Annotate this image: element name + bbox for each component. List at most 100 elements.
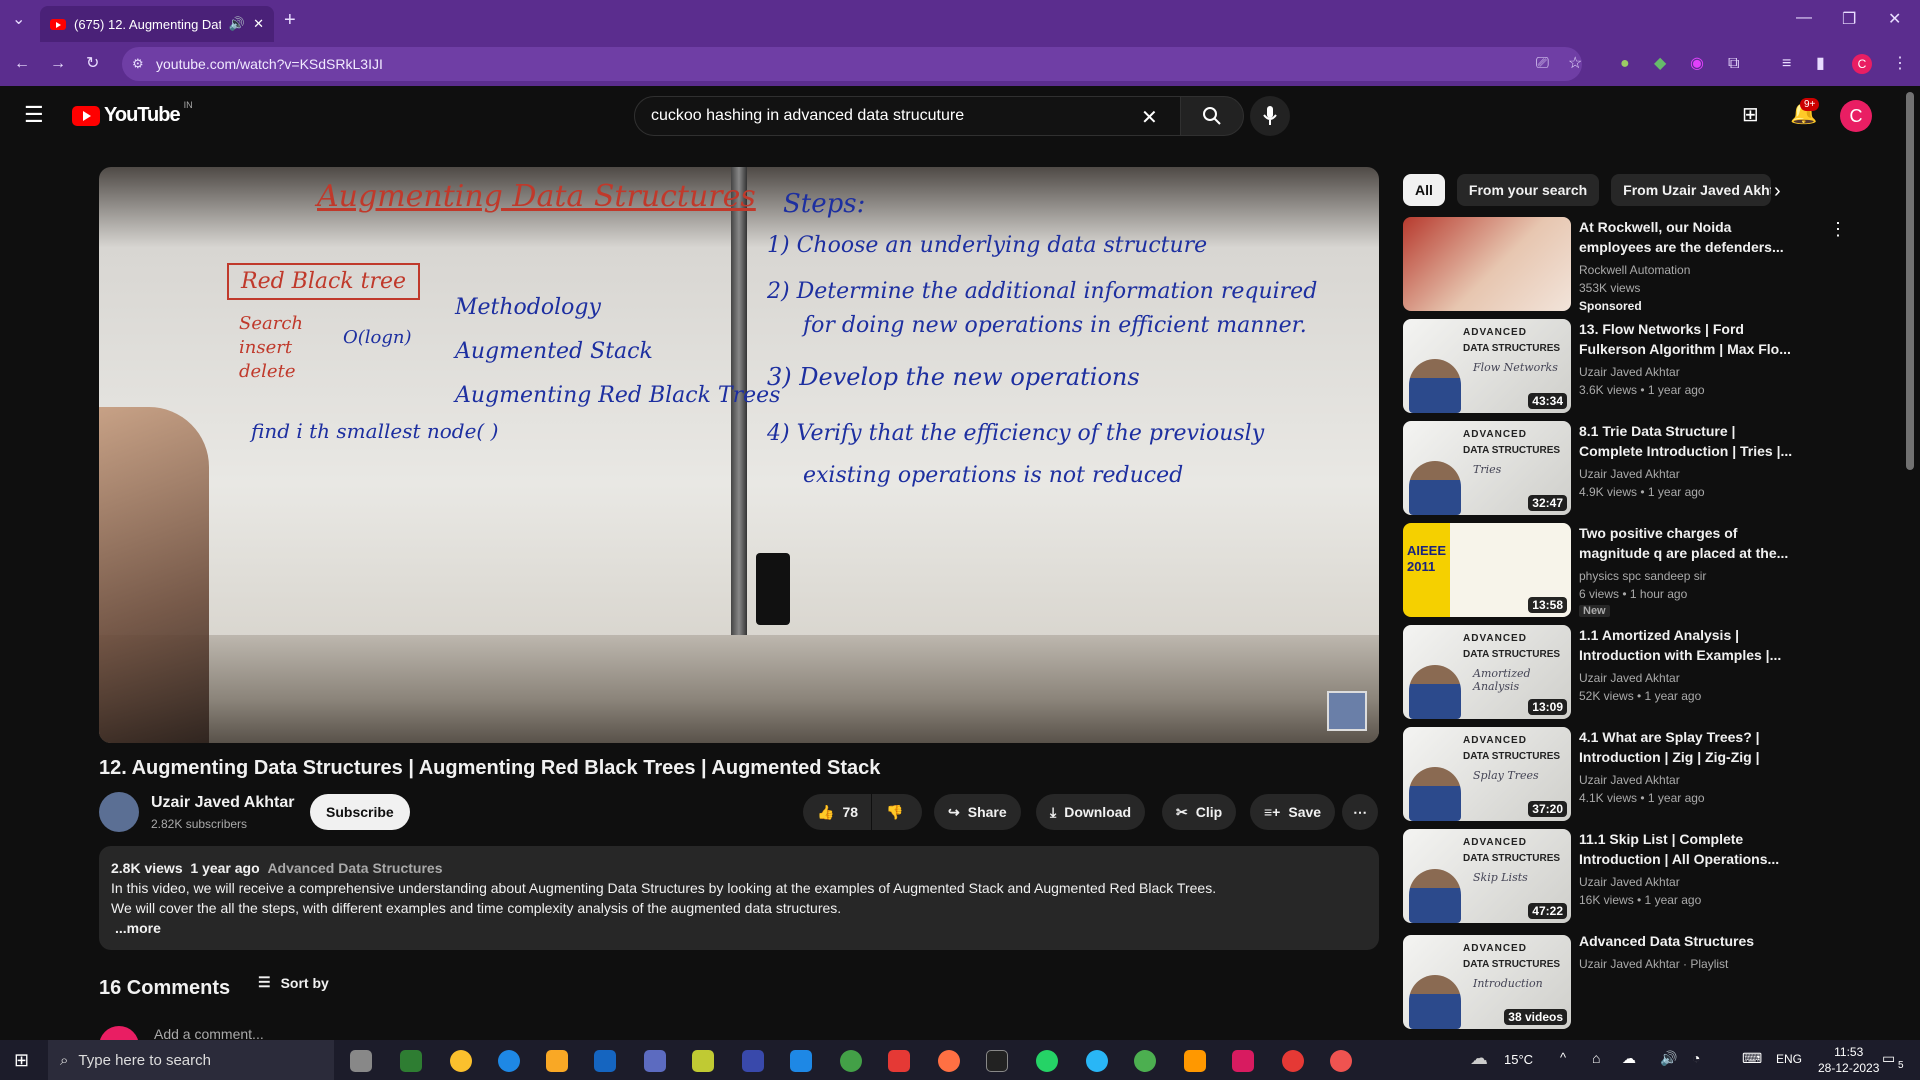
side-panel-icon[interactable]: ▮ — [1816, 56, 1825, 72]
more-actions-button[interactable]: ⋯ — [1342, 794, 1378, 830]
recommendation-item[interactable]: ADVANCED DATA STRUCTURES Splay Trees 37:… — [1403, 727, 1843, 821]
sublime-icon[interactable] — [1184, 1050, 1206, 1072]
terminal-icon[interactable] — [986, 1050, 1008, 1072]
save-button[interactable]: ≡+ Save — [1250, 794, 1336, 830]
chevron-right-icon[interactable]: › — [1774, 180, 1781, 203]
site-info-icon[interactable]: ⚙ — [132, 56, 144, 72]
close-window-icon[interactable]: ✕ — [1888, 12, 1901, 28]
chrome-icon[interactable] — [450, 1050, 472, 1072]
profile-avatar-icon[interactable]: C — [1852, 54, 1872, 74]
chrome-active-icon[interactable] — [1282, 1050, 1304, 1072]
description-box[interactable]: 2.8K views 1 year ago Advanced Data Stru… — [99, 846, 1379, 950]
page-scrollbar[interactable] — [1906, 92, 1914, 470]
extension-icon[interactable]: ◆ — [1654, 56, 1666, 72]
search-input[interactable]: cuckoo hashing in advanced data strucutu… — [634, 96, 1194, 136]
recommendation-item[interactable]: AIEEE 2011 13:58 Two positive charges of… — [1403, 523, 1843, 617]
clear-search-icon[interactable]: ✕ — [1141, 105, 1158, 130]
show-more-link[interactable]: ...more — [115, 918, 1367, 938]
clip-button[interactable]: ✂ Clip — [1162, 794, 1237, 830]
taskbar-search[interactable]: ⌕ Type here to search — [48, 1040, 334, 1080]
network-icon[interactable]: ⌂ — [1592, 1050, 1600, 1066]
media-control-icon[interactable]: ≡ — [1782, 56, 1791, 72]
speaker-icon[interactable]: 🔊 — [229, 16, 245, 32]
recommendation-item[interactable]: At Rockwell, our Noida employees are the… — [1403, 217, 1847, 313]
edge-icon[interactable] — [498, 1050, 520, 1072]
board-step-4: 4) Verify that the efficiency of the pre… — [767, 421, 1265, 446]
chrome-other-icon[interactable] — [1330, 1050, 1352, 1072]
share-button[interactable]: ↪ Share — [934, 794, 1021, 830]
create-video-icon[interactable]: ⊞ — [1742, 102, 1759, 127]
taskbar-clock[interactable]: 11:53 28-12-2023 — [1818, 1044, 1879, 1076]
description-tag[interactable]: Advanced Data Structures — [267, 860, 442, 876]
address-bar[interactable]: ⚙ youtube.com/watch?v=KSdSRkL3IJI ⎚ ☆ — [122, 47, 1582, 81]
bookmark-star-icon[interactable]: ☆ — [1568, 56, 1582, 72]
vscode-icon[interactable] — [790, 1050, 812, 1072]
app-icon[interactable] — [400, 1050, 422, 1072]
install-app-icon[interactable]: ⎚ — [1536, 56, 1549, 72]
recommendation-item[interactable]: ADVANCED DATA STRUCTURES Amortized Analy… — [1403, 625, 1843, 719]
file-explorer-icon[interactable] — [546, 1050, 568, 1072]
git-icon[interactable] — [888, 1050, 910, 1072]
chrome-profile-icon[interactable] — [1134, 1050, 1156, 1072]
hamburger-menu-icon[interactable]: ☰ — [24, 102, 44, 128]
pycharm-icon[interactable] — [692, 1050, 714, 1072]
windows-start-icon[interactable]: ⊞ — [14, 1050, 29, 1071]
task-view-icon[interactable] — [350, 1050, 372, 1072]
browser-menu-icon[interactable]: ⋮ — [1892, 56, 1908, 72]
recommendation-meta: 16K views • 1 year ago — [1579, 893, 1702, 907]
chip-all[interactable]: All — [1403, 174, 1445, 206]
reload-icon[interactable]: ↻ — [86, 56, 99, 72]
like-button[interactable]: 👍 78 — [803, 794, 871, 830]
extensions-puzzle-icon[interactable]: ⧉ — [1728, 56, 1739, 72]
restore-icon[interactable]: ❐ — [1842, 12, 1856, 28]
postman-icon[interactable] — [938, 1050, 960, 1072]
sort-comments-button[interactable]: ☰ Sort by — [258, 974, 329, 991]
channel-avatar[interactable] — [99, 792, 139, 832]
app-icon[interactable] — [644, 1050, 666, 1072]
recommendation-item[interactable]: ADVANCED DATA STRUCTURES Flow Networks 4… — [1403, 319, 1843, 413]
search-button[interactable] — [1180, 96, 1244, 136]
thumb-topic: Amortized Analysis — [1473, 667, 1531, 693]
wifi-icon[interactable]: ◔ — [1692, 1050, 1700, 1066]
channel-watermark[interactable] — [1327, 691, 1367, 731]
dev-app-icon[interactable] — [742, 1050, 764, 1072]
language-indicator[interactable]: ENG — [1776, 1052, 1802, 1066]
telegram-icon[interactable] — [1086, 1050, 1108, 1072]
weather-cloud-icon[interactable]: ☁ — [1470, 1048, 1488, 1069]
subscribe-button[interactable]: Subscribe — [310, 794, 410, 830]
account-avatar[interactable]: C — [1840, 100, 1872, 132]
volume-icon[interactable]: 🔊 — [1660, 1050, 1677, 1067]
sort-label: Sort by — [280, 974, 329, 991]
voice-search-button[interactable] — [1250, 96, 1290, 136]
back-icon[interactable]: ← — [14, 56, 30, 72]
chip-from-channel[interactable]: From Uzair Javed Akhtar — [1611, 174, 1772, 206]
mail-icon[interactable] — [594, 1050, 616, 1072]
playlist-item[interactable]: ADVANCED DATA STRUCTURES Introduction 38… — [1403, 931, 1843, 1035]
close-tab-icon[interactable]: ✕ — [253, 16, 264, 32]
extension-leaf-icon[interactable]: ● — [1620, 56, 1630, 72]
more-vertical-icon[interactable]: ⋮ — [1829, 219, 1847, 240]
new-tab-icon[interactable]: + — [284, 10, 296, 30]
notification-center-icon[interactable]: ▭ — [1882, 1050, 1895, 1067]
app-icon[interactable] — [840, 1050, 862, 1072]
recommendation-item[interactable]: ADVANCED DATA STRUCTURES Tries 32:47 8.1… — [1403, 421, 1843, 515]
whatsapp-icon[interactable] — [1036, 1050, 1058, 1072]
tray-chevron-icon[interactable]: ^ — [1560, 1050, 1566, 1065]
description-line-1: In this video, we will receive a compreh… — [111, 880, 1217, 896]
download-button[interactable]: ⤓ Download — [1036, 794, 1146, 830]
minimize-icon[interactable]: — — [1796, 10, 1812, 26]
browser-tab[interactable]: (675) 12. Augmenting Data 🔊 ✕ — [40, 6, 274, 42]
recommendation-item[interactable]: ADVANCED DATA STRUCTURES Skip Lists 47:2… — [1403, 829, 1843, 923]
instagram-icon[interactable] — [1232, 1050, 1254, 1072]
url-text: youtube.com/watch?v=KSdSRkL3IJI — [156, 56, 383, 72]
tab-search-icon[interactable]: ⌄ — [12, 12, 25, 28]
keyboard-icon[interactable]: ⌨ — [1742, 1050, 1762, 1067]
extension-vpn-icon[interactable]: ◉ — [1690, 56, 1704, 72]
channel-name[interactable]: Uzair Javed Akhtar — [151, 794, 294, 812]
video-player[interactable]: Augmenting Data Structures Red Black tre… — [99, 167, 1379, 743]
youtube-logo[interactable]: YouTube IN — [72, 100, 193, 127]
onedrive-icon[interactable]: ☁ — [1622, 1050, 1636, 1067]
forward-icon[interactable]: → — [50, 56, 66, 72]
chip-from-your-search[interactable]: From your search — [1456, 174, 1600, 206]
dislike-button[interactable]: 👎 — [872, 794, 922, 830]
